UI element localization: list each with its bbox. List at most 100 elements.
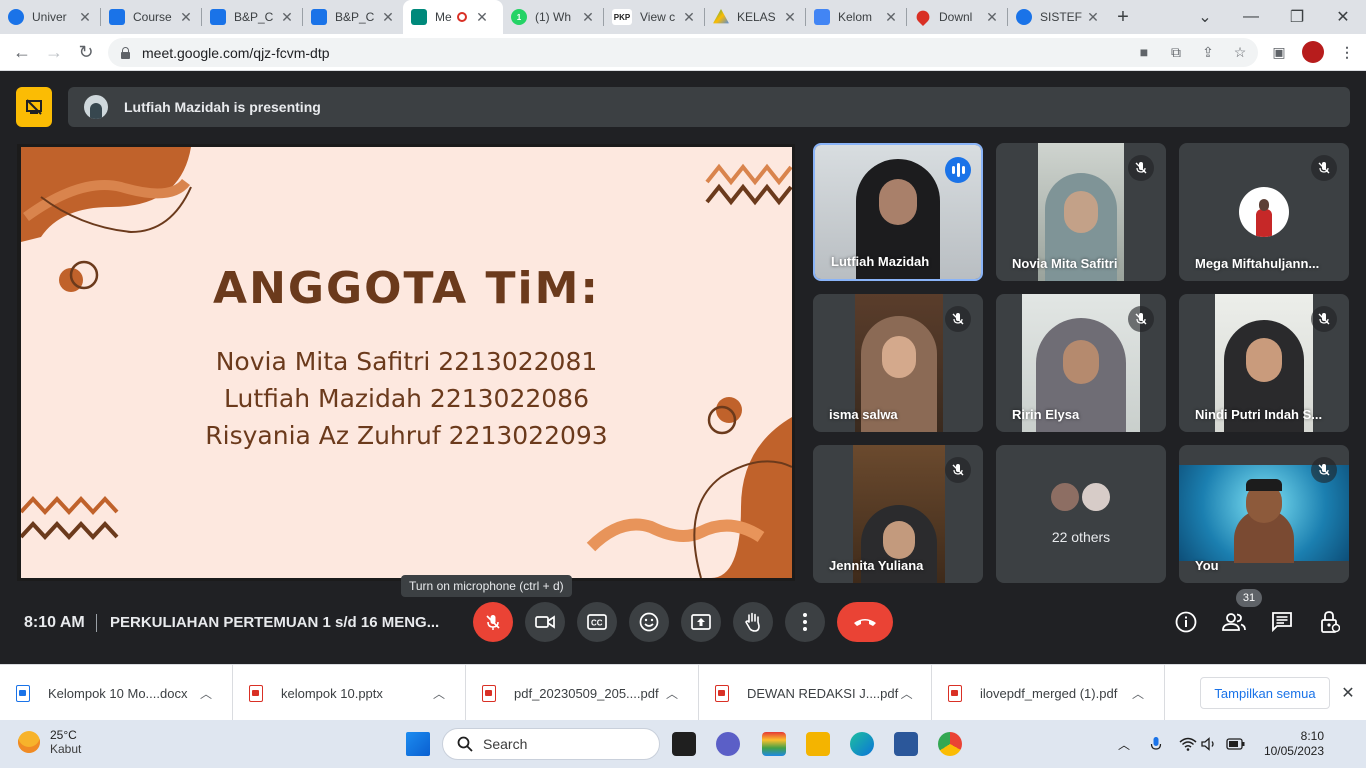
host-controls-button[interactable] <box>1318 610 1342 634</box>
translate-icon[interactable]: ⧉ <box>1167 43 1185 61</box>
tab-search-chevron-icon[interactable]: ⌄ <box>1182 0 1228 34</box>
close-downloads-icon[interactable]: ✕ <box>1338 683 1358 703</box>
chat-button[interactable] <box>1270 610 1294 634</box>
chevron-up-icon[interactable]: ︿ <box>429 685 449 702</box>
browser-tab[interactable]: PKP View c ✕ <box>604 0 704 34</box>
close-tab-icon[interactable]: ✕ <box>280 9 294 26</box>
participant-name: Ririn Elysa <box>1012 407 1080 422</box>
browser-tab[interactable]: SISTEF ✕ <box>1008 0 1108 34</box>
minimize-button[interactable]: — <box>1228 0 1274 34</box>
close-tab-icon[interactable]: ✕ <box>179 9 193 26</box>
word-file-icon <box>16 684 30 702</box>
participant-tile[interactable]: Nindi Putri Indah S... <box>1179 294 1349 432</box>
close-tab-icon[interactable]: ✕ <box>1086 9 1100 26</box>
browser-tab[interactable]: B&P_C ✕ <box>303 0 403 34</box>
raise-hand-button[interactable] <box>733 602 773 642</box>
people-icon <box>1222 613 1246 631</box>
participant-tile[interactable]: Lutfiah Mazidah <box>813 143 983 281</box>
participant-tile[interactable]: Mega Miftahuljann... <box>1179 143 1349 281</box>
battery-icon[interactable] <box>1226 734 1246 754</box>
browser-tab[interactable]: Kelom ✕ <box>806 0 906 34</box>
download-filename: kelompok 10.pptx <box>281 685 383 701</box>
system-clock[interactable]: 8:10 10/05/2023 <box>1260 729 1324 759</box>
browser-tab-active[interactable]: Me ✕ <box>403 0 503 34</box>
present-now-button[interactable] <box>681 602 721 642</box>
reactions-button[interactable] <box>629 602 669 642</box>
browser-tab[interactable]: Downl ✕ <box>907 0 1007 34</box>
shared-screen[interactable]: ANGGOTA TiM: Novia Mita Safitri 22130220… <box>17 144 795 581</box>
weather-widget[interactable]: 25°C Kabut <box>18 728 81 756</box>
chat-app-icon[interactable] <box>716 732 740 756</box>
address-bar[interactable]: meet.google.com/qjz-fcvm-dtp <box>108 38 1258 67</box>
hand-icon <box>745 612 760 632</box>
browser-menu-icon[interactable]: ⋮ <box>1338 43 1356 61</box>
browser-tab[interactable]: Univer ✕ <box>0 0 100 34</box>
chevron-up-icon[interactable]: ︿ <box>196 685 216 702</box>
tab-title: Univer <box>32 10 67 24</box>
chevron-up-icon[interactable]: ︿ <box>1128 685 1148 702</box>
profile-avatar[interactable] <box>1302 41 1324 63</box>
close-tab-icon[interactable]: ✕ <box>78 9 92 26</box>
chevron-up-icon[interactable]: ︿ <box>898 685 915 702</box>
download-item[interactable]: kelompok 10.pptx ︿ <box>233 665 466 721</box>
volume-icon[interactable] <box>1200 734 1220 754</box>
browser-tab[interactable]: B&P_C ✕ <box>202 0 302 34</box>
edge-browser-icon[interactable] <box>850 732 874 756</box>
close-tab-icon[interactable]: ✕ <box>475 9 489 26</box>
self-tile[interactable]: You <box>1179 445 1349 583</box>
browser-tab[interactable]: KELAS ✕ <box>705 0 805 34</box>
url-text[interactable]: meet.google.com/qjz-fcvm-dtp <box>142 45 330 61</box>
chrome-browser-icon[interactable] <box>938 732 962 756</box>
download-item[interactable]: Kelompok 10 Mo....docx ︿ <box>0 665 233 721</box>
task-view-icon[interactable] <box>672 732 696 756</box>
participant-name: isma salwa <box>829 407 898 422</box>
microphone-tray-icon[interactable] <box>1146 734 1166 754</box>
restore-button[interactable]: ❐ <box>1274 0 1320 34</box>
close-window-button[interactable]: ✕ <box>1320 0 1366 34</box>
participant-tile[interactable]: isma salwa <box>813 294 983 432</box>
word-app-icon[interactable] <box>894 732 918 756</box>
participant-tile[interactable]: Novia Mita Safitri <box>996 143 1166 281</box>
close-tab-icon[interactable]: ✕ <box>884 9 898 26</box>
others-tile[interactable]: 22 others <box>996 445 1166 583</box>
people-button[interactable] <box>1222 610 1246 634</box>
stacked-app-icon[interactable] <box>762 732 786 756</box>
new-tab-button[interactable]: + <box>1108 0 1138 34</box>
download-item[interactable]: ilovepdf_merged (1).pdf ︿ <box>932 665 1165 721</box>
back-button[interactable]: ← <box>10 40 34 64</box>
download-item[interactable]: DEWAN REDAKSI J....pdf ︿ <box>699 665 932 721</box>
more-options-button[interactable] <box>785 602 825 642</box>
close-tab-icon[interactable]: ✕ <box>381 9 395 26</box>
wifi-icon[interactable] <box>1178 734 1198 754</box>
stop-presenting-icon[interactable] <box>16 87 52 127</box>
site-favicon-icon <box>1016 9 1032 25</box>
show-all-downloads-button[interactable]: Tampilkan semua <box>1200 677 1330 709</box>
leave-call-button[interactable] <box>837 602 893 642</box>
close-tab-icon[interactable]: ✕ <box>783 9 797 26</box>
bookmark-star-icon[interactable]: ☆ <box>1231 43 1249 61</box>
browser-tab[interactable]: Course ✕ <box>101 0 201 34</box>
camera-button[interactable] <box>525 602 565 642</box>
browser-tab[interactable]: 1 (1) Wh ✕ <box>503 0 603 34</box>
participant-tile[interactable]: Ririn Elysa <box>996 294 1166 432</box>
taskbar-search[interactable]: Search <box>442 728 660 760</box>
share-icon[interactable]: ⇪ <box>1199 43 1217 61</box>
show-hidden-icons-icon[interactable]: ︿ <box>1114 734 1134 754</box>
forward-button[interactable]: → <box>42 40 66 64</box>
participant-tile[interactable]: Jennita Yuliana <box>813 445 983 583</box>
camera-permission-icon[interactable]: ■ <box>1135 43 1153 61</box>
close-tab-icon[interactable]: ✕ <box>682 9 696 26</box>
file-explorer-icon[interactable] <box>806 732 830 756</box>
lock-icon[interactable] <box>120 46 130 59</box>
side-panel-icon[interactable]: ▣ <box>1270 43 1288 61</box>
meeting-details-button[interactable] <box>1174 610 1198 634</box>
microphone-tooltip: Turn on microphone (ctrl + d) <box>401 575 572 597</box>
reload-button[interactable]: ↻ <box>74 40 98 64</box>
close-tab-icon[interactable]: ✕ <box>985 9 999 26</box>
microphone-button[interactable] <box>473 602 513 642</box>
chevron-up-icon[interactable]: ︿ <box>662 685 682 702</box>
close-tab-icon[interactable]: ✕ <box>581 9 595 26</box>
captions-button[interactable]: CC <box>577 602 617 642</box>
download-item[interactable]: pdf_20230509_205....pdf ︿ <box>466 665 699 721</box>
windows-start-icon[interactable] <box>406 732 430 756</box>
